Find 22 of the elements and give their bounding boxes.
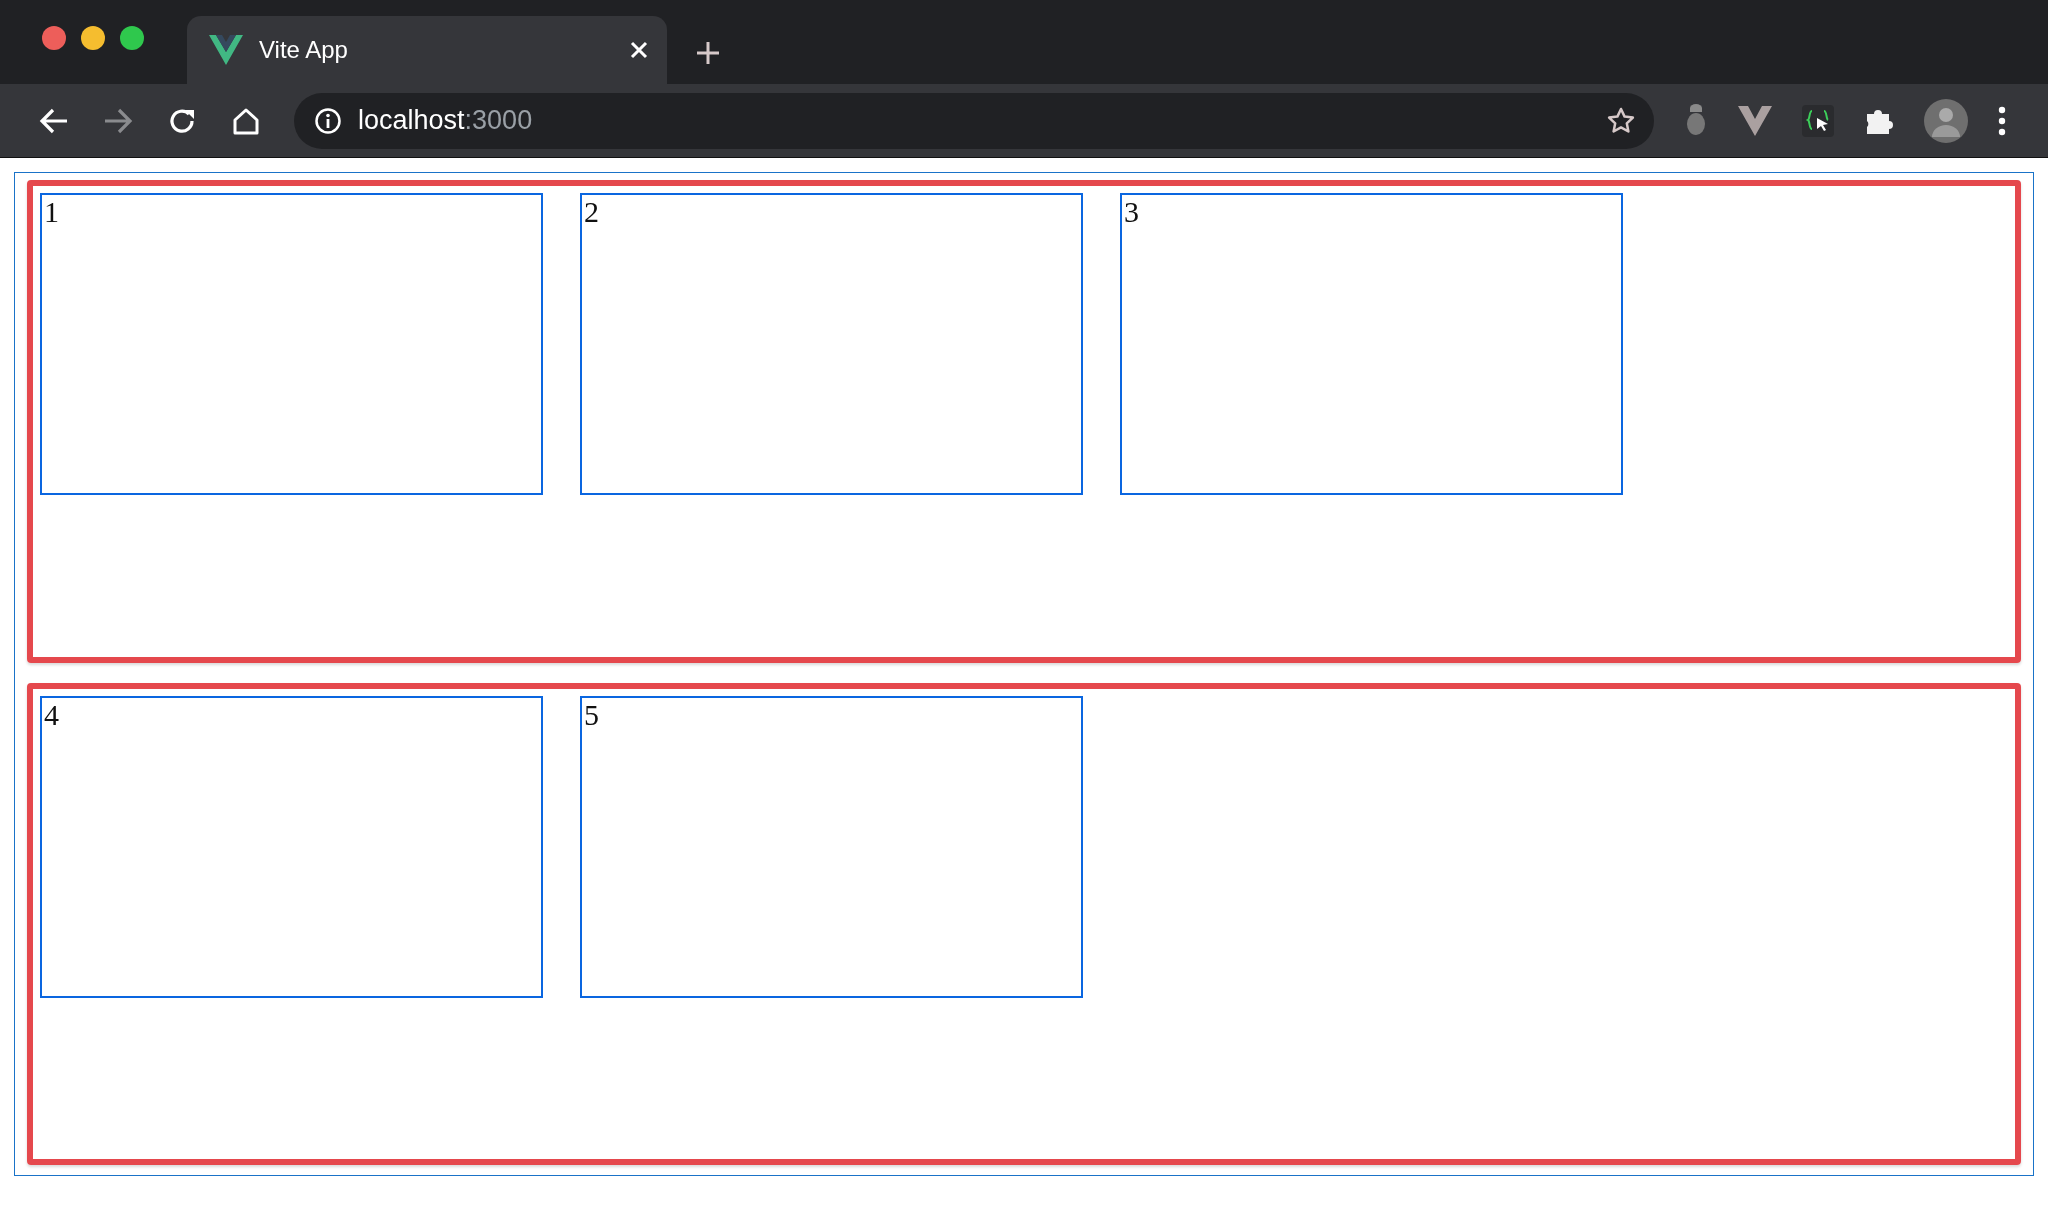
address-bar[interactable]: localhost:3000: [294, 92, 1654, 149]
item-number: 5: [584, 697, 599, 731]
code-cursor-icon[interactable]: [1802, 104, 1834, 137]
item-number: 4: [44, 697, 59, 731]
item-number: 3: [1124, 195, 1139, 228]
acorn-icon[interactable]: [1684, 103, 1708, 138]
new-tab-icon[interactable]: [695, 40, 721, 66]
close-tab-icon[interactable]: [629, 40, 649, 60]
browser-tab[interactable]: Vite App: [187, 16, 667, 84]
maximize-window-button[interactable]: [120, 26, 144, 50]
item-number: 1: [44, 195, 59, 228]
star-icon[interactable]: [1606, 105, 1636, 136]
v-logo-icon: [209, 35, 243, 65]
info-icon: [314, 106, 342, 135]
minimize-window-button[interactable]: [81, 26, 105, 50]
item-number: 2: [584, 195, 599, 228]
url-text: localhost:3000: [358, 104, 534, 138]
v-extension-icon[interactable]: [1738, 105, 1772, 136]
close-window-button[interactable]: [42, 26, 66, 50]
tab-title: Vite App: [259, 35, 349, 65]
menu-icon[interactable]: [1998, 105, 2006, 136]
avatar-icon[interactable]: [1924, 98, 1968, 143]
